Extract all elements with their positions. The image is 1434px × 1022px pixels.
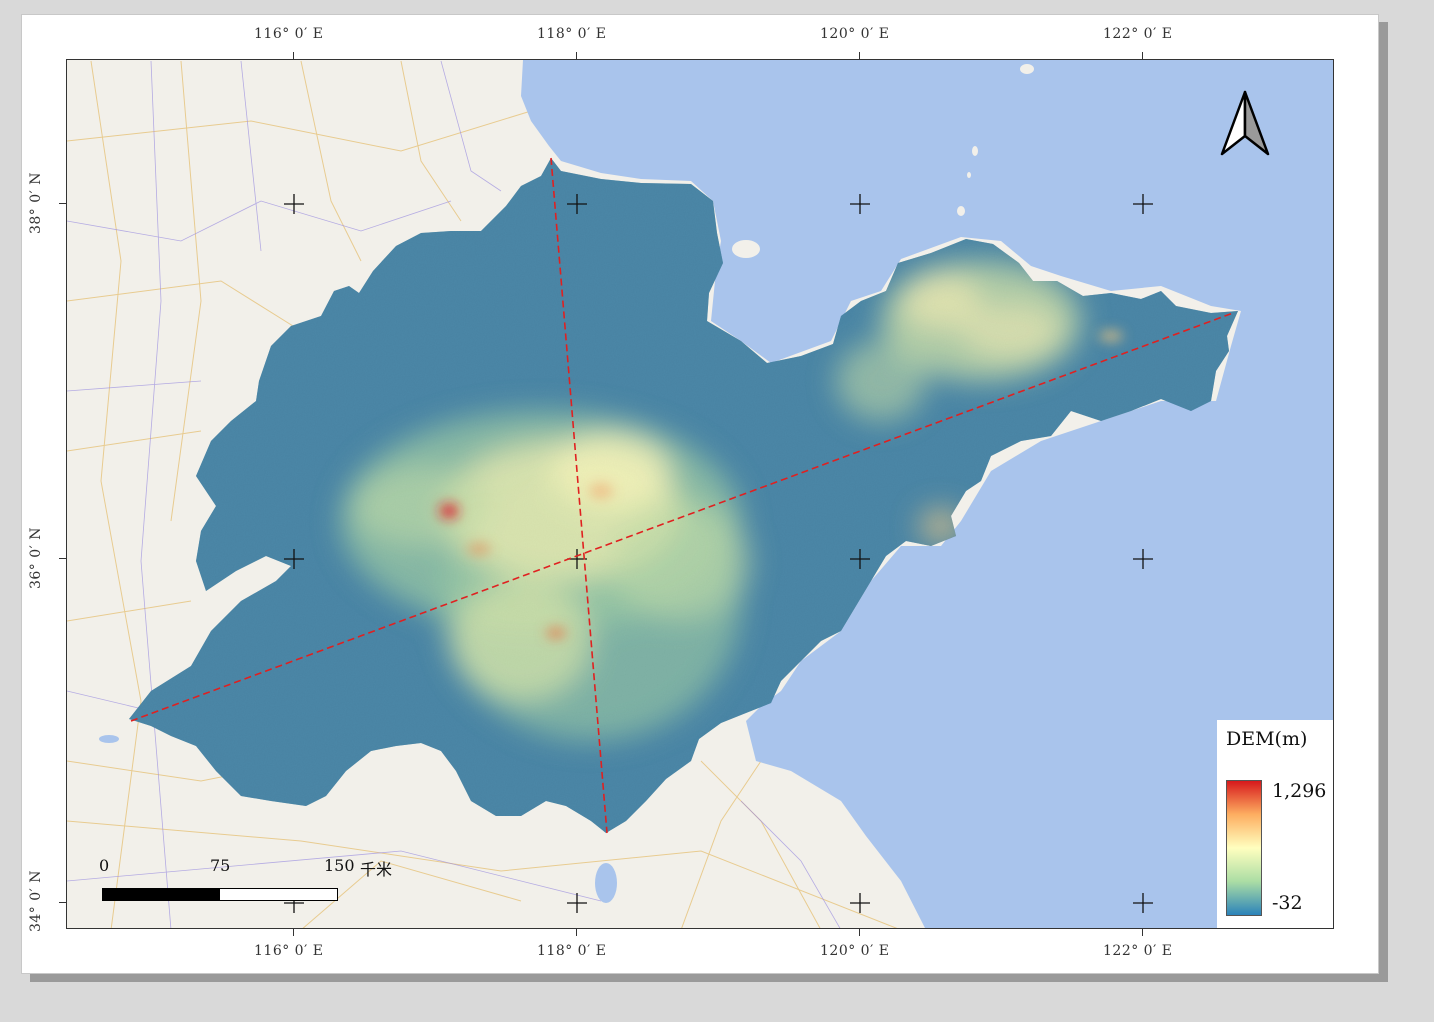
legend-title: DEM(m) [1226,728,1308,750]
tick-top-122 [1142,52,1143,59]
scale-bar-track [102,888,338,901]
legend-min-label: -32 [1272,892,1303,914]
legend-max-label: 1,296 [1272,780,1327,802]
scale-label-75: 75 [210,856,231,875]
scale-bar: 0 75 150 千米 [96,856,416,912]
scale-label-150: 150 [324,856,355,875]
lat-label-34: 34° 0′ N [28,869,45,933]
lat-label-36: 36° 0′ N [28,526,45,590]
lon-label-bottom-120: 120° 0′ E [820,943,890,959]
lon-label-top-118: 118° 0′ E [537,26,607,42]
scale-bar-black-segment [103,889,220,900]
tick-top-116 [293,52,294,59]
lon-label-top-122: 122° 0′ E [1103,26,1173,42]
lon-label-bottom-116: 116° 0′ E [254,943,324,959]
north-arrow-icon [1220,90,1270,156]
map-canvas [67,60,1333,928]
tick-left-38 [59,203,66,204]
legend-color-ramp [1226,780,1262,916]
lon-label-bottom-118: 118° 0′ E [537,943,607,959]
lat-label-38: 38° 0′ N [28,171,45,235]
scale-unit: 千米 [360,860,393,879]
map-frame[interactable] [66,59,1334,929]
lon-label-top-116: 116° 0′ E [254,26,324,42]
tick-left-36 [59,558,66,559]
tick-bottom-122 [1142,929,1143,936]
tick-bottom-120 [859,929,860,936]
tick-top-118 [576,52,577,59]
dem-legend: DEM(m) 1,296 -32 [1217,720,1333,928]
tick-top-120 [859,52,860,59]
tick-bottom-116 [293,929,294,936]
scale-label-0: 0 [99,856,110,875]
lon-label-bottom-122: 122° 0′ E [1103,943,1173,959]
tick-left-34 [59,902,66,903]
lon-label-top-120: 120° 0′ E [820,26,890,42]
tick-bottom-118 [576,929,577,936]
